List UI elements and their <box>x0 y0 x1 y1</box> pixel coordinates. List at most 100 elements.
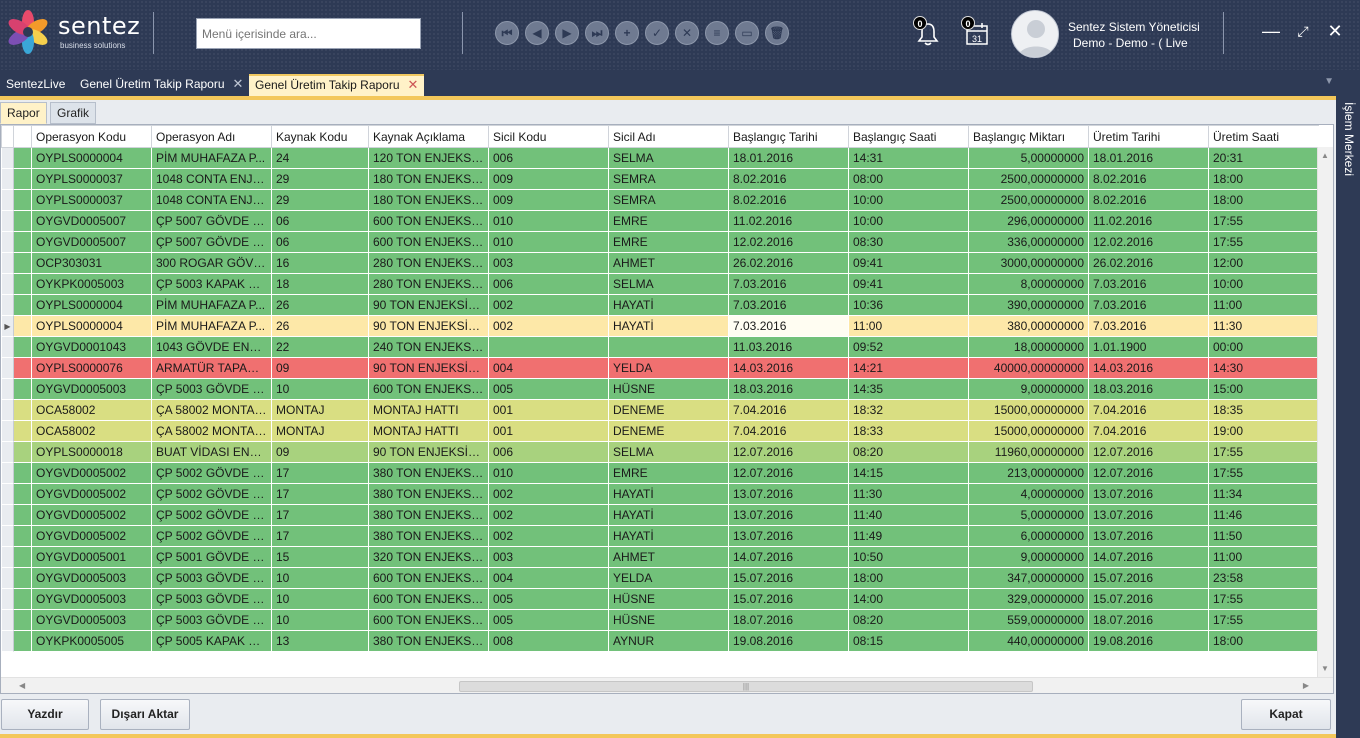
row-selector[interactable] <box>1 147 14 169</box>
table-row[interactable]: OCP303031 300 ROGAR GÖVD... 16 280 TON ENJE… <box>1 252 1319 274</box>
row-selector[interactable] <box>1 525 14 547</box>
table-cell[interactable]: 8.02.2016 <box>1088 189 1209 211</box>
table-cell[interactable]: ÇP 5002 GÖVDE E... <box>151 462 272 484</box>
table-cell[interactable]: 08:20 <box>848 609 969 631</box>
table-cell[interactable]: 10 <box>271 588 369 610</box>
table-cell[interactable]: 7.04.2016 <box>728 399 849 421</box>
column-header[interactable]: Üretim Saati <box>1208 125 1319 148</box>
table-cell[interactable]: 7.03.2016 <box>728 294 849 316</box>
table-row[interactable]: OYGVD0005003 ÇP 5003 GÖVDE E... 10 600 TON … <box>1 609 1319 631</box>
horizontal-scrollbar[interactable]: ◀ ||| ▶ <box>1 677 1333 693</box>
table-cell[interactable]: 180 TON ENJEKSİY... <box>368 168 489 190</box>
table-cell[interactable]: ÇP 5001 GÖVDE E... <box>151 546 272 568</box>
table-cell[interactable]: 10:50 <box>848 546 969 568</box>
table-cell[interactable]: 559,00000000 <box>968 609 1089 631</box>
first-record-icon[interactable]: ⏮ <box>495 21 519 45</box>
row-selector[interactable] <box>1 273 14 295</box>
table-cell[interactable]: 11:50 <box>1208 525 1319 547</box>
table-cell[interactable]: 010 <box>488 462 609 484</box>
table-cell[interactable]: ÇP 5003 KAPAK EN... <box>151 273 272 295</box>
table-cell[interactable]: 11:30 <box>848 483 969 505</box>
row-selector[interactable] <box>1 504 14 526</box>
table-cell[interactable]: 18:00 <box>1208 168 1319 190</box>
table-cell[interactable]: OCA58002 <box>31 399 152 421</box>
table-cell[interactable]: 8.02.2016 <box>728 189 849 211</box>
row-selector[interactable] <box>1 546 14 568</box>
table-cell[interactable]: AHMET <box>608 252 729 274</box>
table-cell[interactable]: 00:00 <box>1208 336 1319 358</box>
table-cell[interactable]: 12.07.2016 <box>1088 462 1209 484</box>
table-cell[interactable]: 380 TON ENJEKSİY... <box>368 504 489 526</box>
table-cell[interactable]: 09:41 <box>848 252 969 274</box>
tab-sentezlive[interactable]: SentezLive <box>0 74 71 96</box>
table-cell[interactable]: 17:55 <box>1208 210 1319 232</box>
table-cell[interactable]: HAYATİ <box>608 483 729 505</box>
table-cell[interactable]: 005 <box>488 609 609 631</box>
minimize-icon[interactable]: — <box>1260 20 1282 42</box>
notifications-button[interactable]: 0 <box>913 16 943 50</box>
table-cell[interactable]: OYGVD0005007 <box>31 231 152 253</box>
table-row[interactable]: OYPLS0000037 1048 CONTA ENJE... 29 180 TON … <box>1 168 1319 190</box>
table-cell[interactable]: SEMRA <box>608 168 729 190</box>
table-cell[interactable]: 004 <box>488 357 609 379</box>
table-cell[interactable]: 15000,00000000 <box>968 420 1089 442</box>
tab-close-icon[interactable]: ✕ <box>233 74 244 94</box>
table-cell[interactable]: DENEME <box>608 399 729 421</box>
table-cell[interactable]: 3000,00000000 <box>968 252 1089 274</box>
table-cell[interactable]: OYGVD0005003 <box>31 378 152 400</box>
table-cell[interactable]: 11:40 <box>848 504 969 526</box>
table-cell[interactable]: 380 TON ENJEKSİY... <box>368 462 489 484</box>
table-cell[interactable]: 280 TON ENJEKSİY... <box>368 273 489 295</box>
table-cell[interactable]: 14:21 <box>848 357 969 379</box>
table-cell[interactable]: 380,00000000 <box>968 315 1089 337</box>
row-selector[interactable] <box>1 210 14 232</box>
table-cell[interactable]: 20:31 <box>1208 147 1319 169</box>
export-button[interactable]: Dışarı Aktar <box>100 699 190 730</box>
table-row[interactable]: OYGVD0005003 ÇP 5003 GÖVDE E... 10 600 TON … <box>1 588 1319 610</box>
table-cell[interactable]: 18 <box>271 273 369 295</box>
user-avatar[interactable] <box>1011 10 1059 58</box>
table-cell[interactable]: 003 <box>488 252 609 274</box>
scroll-left-icon[interactable]: ◀ <box>19 681 25 690</box>
table-cell[interactable]: 213,00000000 <box>968 462 1089 484</box>
table-cell[interactable]: 29 <box>271 168 369 190</box>
delete-record-icon[interactable]: 🗑 <box>765 21 789 45</box>
table-cell[interactable]: OCP303031 <box>31 252 152 274</box>
table-cell[interactable]: EMRE <box>608 462 729 484</box>
table-cell[interactable]: 240 TON ENJEKSİY... <box>368 336 489 358</box>
previous-record-icon[interactable]: ◀ <box>525 21 549 45</box>
column-header[interactable]: Sicil Adı <box>608 125 729 148</box>
table-cell[interactable]: 17 <box>271 525 369 547</box>
table-cell[interactable]: AHMET <box>608 546 729 568</box>
table-cell[interactable]: 19.08.2016 <box>1088 630 1209 652</box>
print-button[interactable]: Yazdır <box>1 699 89 730</box>
table-cell[interactable]: 11:30 <box>1208 315 1319 337</box>
close-report-button[interactable]: Kapat <box>1241 699 1331 730</box>
table-cell[interactable]: 26 <box>271 294 369 316</box>
table-cell[interactable]: 8.02.2016 <box>728 168 849 190</box>
table-cell[interactable] <box>608 336 729 358</box>
table-cell[interactable]: 18.07.2016 <box>728 609 849 631</box>
table-cell[interactable]: SELMA <box>608 147 729 169</box>
row-selector[interactable] <box>1 483 14 505</box>
table-cell[interactable]: 11:49 <box>848 525 969 547</box>
confirm-record-icon[interactable]: ✓ <box>645 21 669 45</box>
column-header[interactable]: Üretim Tarihi <box>1088 125 1209 148</box>
row-selector[interactable] <box>1 189 14 211</box>
table-cell[interactable]: ÇP 5003 GÖVDE E... <box>151 609 272 631</box>
table-row[interactable]: OYGVD0005003 ÇP 5003 GÖVDE E... 10 600 TON … <box>1 378 1319 400</box>
table-cell[interactable]: OYPLS0000018 <box>31 441 152 463</box>
table-cell[interactable]: 29 <box>271 189 369 211</box>
table-cell[interactable]: OYGVD0005007 <box>31 210 152 232</box>
table-cell[interactable]: PİM MUHAFAZA P... <box>151 315 272 337</box>
table-cell[interactable]: MONTAJ HATTI <box>368 399 489 421</box>
table-cell[interactable]: AYNUR <box>608 630 729 652</box>
table-cell[interactable]: 14:35 <box>848 378 969 400</box>
row-selector[interactable] <box>1 357 14 379</box>
table-cell[interactable] <box>488 336 609 358</box>
table-cell[interactable]: 15.07.2016 <box>1088 567 1209 589</box>
table-cell[interactable]: 280 TON ENJEKSİY... <box>368 252 489 274</box>
table-row[interactable]: OYKPK0005003 ÇP 5003 KAPAK EN... 18 280 TON… <box>1 273 1319 295</box>
table-cell[interactable]: 14:30 <box>1208 357 1319 379</box>
table-cell[interactable]: 006 <box>488 273 609 295</box>
